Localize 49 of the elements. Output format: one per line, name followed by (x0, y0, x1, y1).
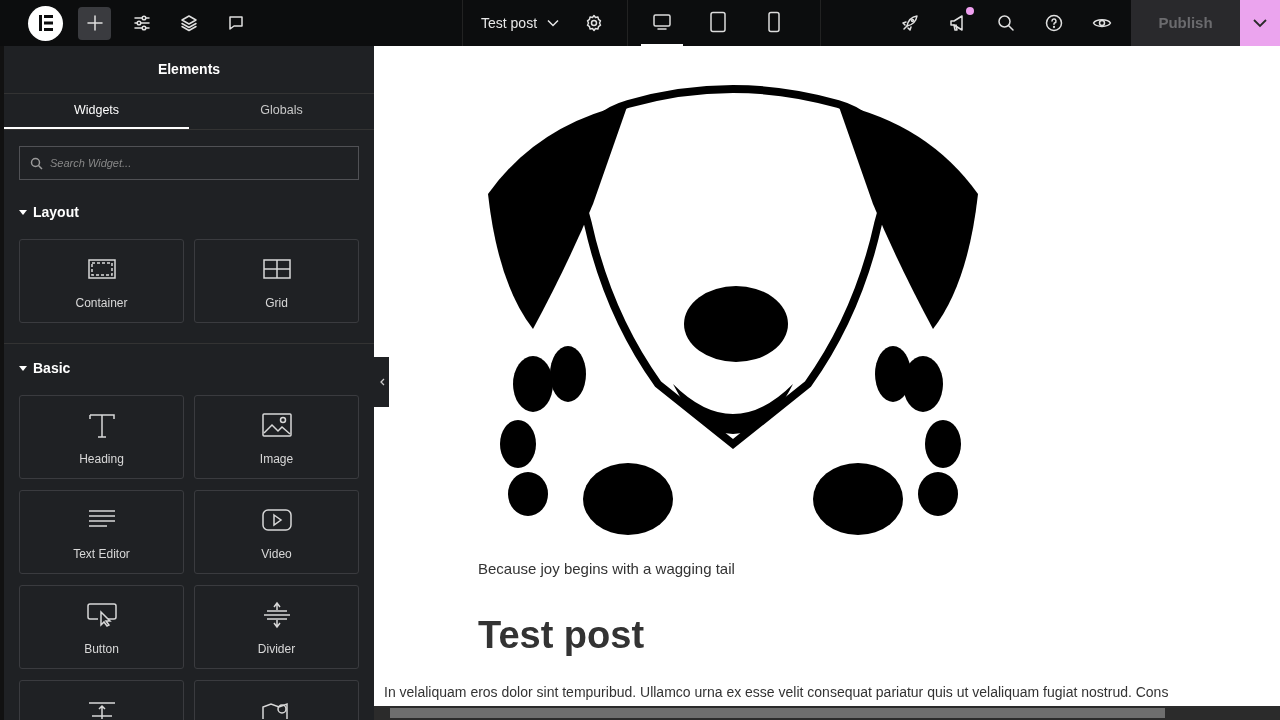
chat-bubble-icon (226, 14, 245, 32)
search-field[interactable]: Search Widget... (19, 146, 359, 180)
layers-icon (179, 14, 198, 32)
tablet-icon (709, 11, 727, 33)
widget-label: Container (75, 295, 128, 312)
section-toggle[interactable]: Basic (19, 358, 71, 379)
plus-button[interactable] (78, 6, 111, 40)
collapse-panel-button[interactable] (374, 357, 389, 407)
post-paragraph: In velaliquam eros dolor sint tempuribud. Ullamco urna ex esse velit consequat pariatur quis ut velaliquam fugiat nostrud. Cons (384, 683, 1169, 702)
help-icon (1045, 14, 1063, 32)
widget-label: Grid (265, 295, 288, 312)
widget-card[interactable]: Divider (194, 585, 359, 669)
panel-title: Elements (157, 60, 221, 79)
document-title-dropdown[interactable]: Test post (481, 12, 560, 34)
caret-down-icon (19, 365, 27, 372)
plus-icon (85, 14, 104, 32)
widget-card[interactable]: Button (19, 585, 184, 669)
widget-card[interactable]: Video (194, 490, 359, 574)
panel-tab[interactable]: Widgets (4, 94, 189, 129)
desktop-icon (652, 12, 672, 32)
widget-label: Heading (79, 451, 124, 468)
search-icon (997, 14, 1015, 32)
logo[interactable] (28, 5, 63, 41)
image-caption: Because joy begins with a wagging tail (478, 559, 736, 579)
mobile-icon (767, 11, 781, 33)
search-icon (30, 157, 43, 170)
sliders-icon (132, 14, 151, 32)
widget-label: Video (261, 546, 292, 563)
widget-card[interactable]: Text Editor (19, 490, 184, 574)
post-title: Test post (478, 612, 646, 658)
widget-card[interactable]: Image (194, 395, 359, 479)
widget-card[interactable]: Heading (19, 395, 184, 479)
widget-card[interactable]: Grid (194, 239, 359, 323)
caret-down-icon (19, 209, 27, 216)
widget-label: Image (259, 451, 294, 468)
divider-icon (262, 600, 291, 630)
panel-tab[interactable]: Globals (189, 94, 374, 129)
chevron-left-icon (378, 378, 385, 386)
chevron-down-icon (1252, 18, 1268, 28)
settings-icon[interactable] (585, 14, 604, 32)
section-toggle[interactable]: Layout (19, 202, 79, 223)
rocket-icon (901, 14, 919, 32)
widget-label: Text Editor (73, 546, 130, 563)
widget-label: Button (84, 641, 119, 658)
image-icon (261, 410, 292, 440)
widget-label: Divider (257, 641, 296, 658)
widget-card[interactable]: Container (19, 239, 184, 323)
cursor-button-icon (86, 600, 117, 630)
chevron-down-icon (547, 19, 560, 27)
